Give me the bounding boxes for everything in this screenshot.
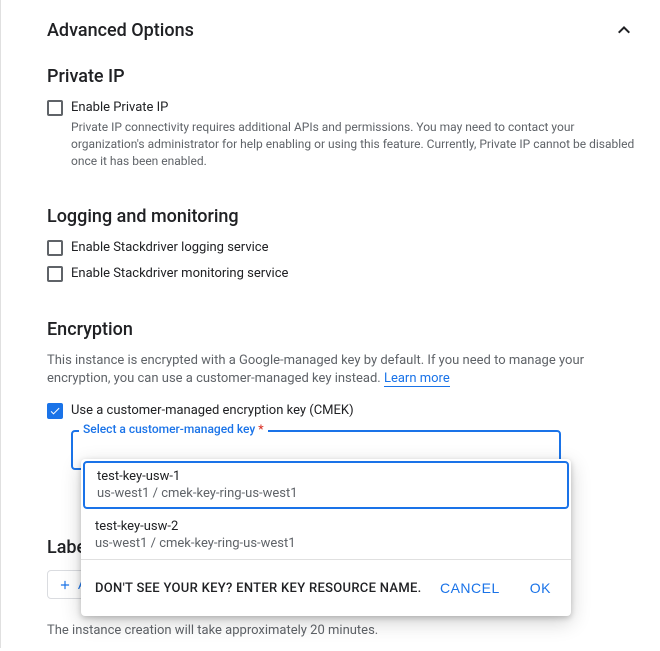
private-ip-title: Private IP (47, 66, 636, 87)
key-not-found-prompt[interactable]: DON'T SEE YOUR KEY? ENTER KEY RESOURCE N… (95, 581, 422, 596)
cmek-label: Use a customer-managed encryption key (C… (71, 402, 354, 420)
accordion-header[interactable]: Advanced Options (47, 0, 660, 52)
learn-more-link[interactable]: Learn more (384, 371, 450, 387)
enable-logging-checkbox[interactable] (47, 240, 63, 256)
enable-monitoring-label: Enable Stackdriver monitoring service (71, 265, 288, 283)
cmek-checkbox[interactable] (47, 403, 63, 419)
encryption-title: Encryption (47, 319, 636, 340)
encryption-section: Encryption This instance is encrypted wi… (47, 291, 660, 470)
private-ip-help-text: Private IP connectivity requires additio… (71, 119, 636, 170)
logging-section: Logging and monitoring Enable Stackdrive… (47, 178, 660, 283)
enable-monitoring-checkbox[interactable] (47, 266, 63, 282)
logging-title: Logging and monitoring (47, 206, 636, 227)
ok-button[interactable]: OK (524, 576, 557, 600)
chevron-up-icon (612, 18, 636, 42)
enable-private-ip-label: Enable Private IP (71, 99, 636, 117)
key-option-name: test-key-usw-2 (95, 519, 557, 534)
enable-logging-label: Enable Stackdriver logging service (71, 239, 268, 257)
creation-time-note: The instance creation will take approxim… (47, 623, 660, 638)
key-select-label: Select a customer-managed key * (79, 422, 268, 436)
encryption-description: This instance is encrypted with a Google… (47, 352, 636, 388)
plus-icon (58, 578, 72, 592)
key-option-1[interactable]: test-key-usw-2 us-west1 / cmek-key-ring-… (81, 511, 571, 559)
key-option-path: us-west1 / cmek-key-ring-us-west1 (95, 536, 557, 551)
accordion-title: Advanced Options (47, 20, 194, 41)
check-icon (49, 405, 61, 417)
cancel-button[interactable]: CANCEL (434, 576, 506, 600)
key-option-name: test-key-usw-1 (97, 469, 555, 484)
key-select-popover: test-key-usw-1 us-west1 / cmek-key-ring-… (81, 459, 571, 616)
key-select[interactable]: Select a customer-managed key * test-key… (71, 430, 561, 470)
key-option-path: us-west1 / cmek-key-ring-us-west1 (97, 486, 555, 501)
enable-private-ip-checkbox[interactable] (47, 100, 63, 116)
key-option-0[interactable]: test-key-usw-1 us-west1 / cmek-key-ring-… (83, 461, 569, 509)
private-ip-section: Private IP Enable Private IP Private IP … (47, 52, 660, 170)
